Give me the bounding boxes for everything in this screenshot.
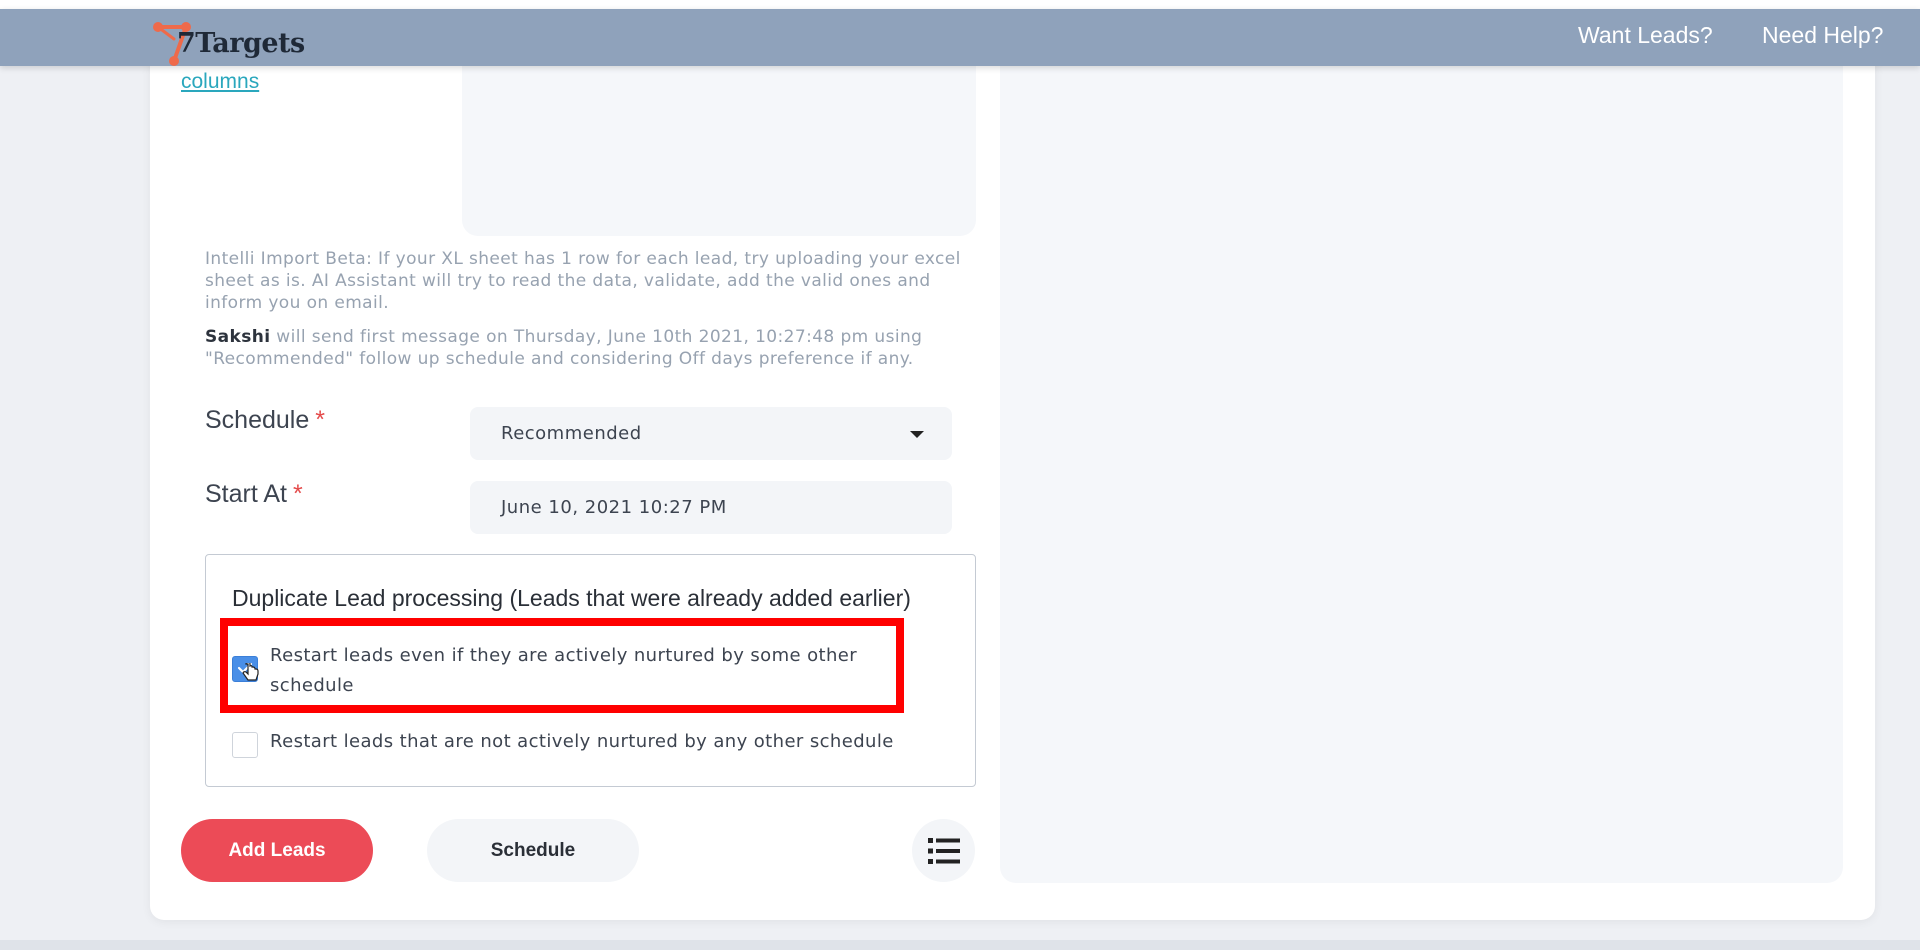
intelli-import-note: Intelli Import Beta: If your XL sheet ha… bbox=[205, 249, 961, 313]
schedule-select[interactable]: Recommended bbox=[470, 407, 952, 460]
assistant-name: Sakshi bbox=[205, 327, 271, 347]
schedule-label: Schedule * bbox=[205, 406, 325, 435]
start-at-label-text: Start At bbox=[205, 480, 287, 508]
start-at-input[interactable]: June 10, 2021 10:27 PM bbox=[470, 481, 952, 534]
restart-active-checkbox[interactable] bbox=[232, 656, 258, 682]
caret-down-icon bbox=[910, 431, 924, 438]
list-icon bbox=[928, 838, 960, 864]
restart-inactive-checkbox[interactable] bbox=[232, 732, 258, 758]
schedule-label-text: Schedule bbox=[205, 406, 310, 434]
brand-name: 7Targets bbox=[177, 28, 305, 59]
duplicate-processing-title: Duplicate Lead processing (Leads that we… bbox=[232, 585, 911, 611]
required-mark: * bbox=[315, 406, 325, 434]
required-mark: * bbox=[292, 480, 303, 508]
bottom-shade bbox=[0, 940, 1920, 950]
upload-dropzone[interactable] bbox=[462, 60, 976, 236]
list-view-button[interactable] bbox=[912, 819, 975, 882]
start-at-value: June 10, 2021 10:27 PM bbox=[501, 497, 727, 518]
preview-panel bbox=[1000, 60, 1843, 883]
duplicate-processing-box: Duplicate Lead processing (Leads that we… bbox=[205, 554, 976, 787]
check-icon bbox=[237, 662, 253, 674]
add-leads-button[interactable]: Add Leads bbox=[181, 819, 373, 882]
schedule-button[interactable]: Schedule bbox=[427, 819, 639, 882]
restart-active-label: Restart leads even if they are actively … bbox=[270, 645, 858, 696]
schedule-summary-text: will send first message on Thursday, Jun… bbox=[205, 327, 923, 369]
columns-link[interactable]: columns bbox=[181, 70, 259, 94]
want-leads-link[interactable]: Want Leads? bbox=[1578, 22, 1713, 49]
app-header: 7Targets Want Leads? Need Help? bbox=[0, 9, 1920, 66]
top-strip bbox=[0, 0, 1920, 9]
brand-logo[interactable]: 7Targets bbox=[150, 13, 330, 69]
start-at-label: Start At * bbox=[205, 480, 303, 509]
restart-inactive-label: Restart leads that are not actively nurt… bbox=[270, 731, 894, 752]
need-help-link[interactable]: Need Help? bbox=[1762, 22, 1883, 49]
schedule-select-value: Recommended bbox=[501, 423, 642, 444]
schedule-summary: Sakshi will send first message on Thursd… bbox=[205, 326, 975, 370]
